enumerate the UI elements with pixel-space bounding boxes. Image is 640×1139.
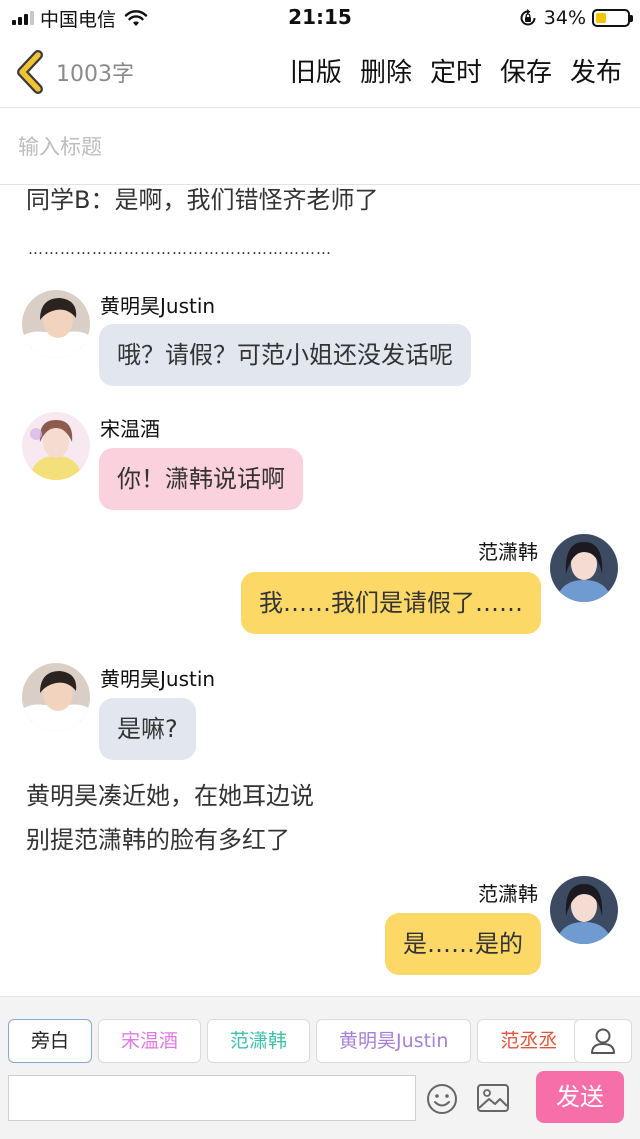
publish-button[interactable]: 发布: [570, 52, 622, 89]
word-count: 1003字: [56, 62, 134, 87]
story-content[interactable]: 同学B：是啊，我们错怪齐老师了 ………………………………………………… 黄明昊J…: [0, 186, 640, 996]
emoji-icon[interactable]: [426, 1083, 458, 1115]
person-icon: [591, 1028, 615, 1054]
narration-text: 同学B：是啊，我们错怪齐老师了: [26, 186, 379, 214]
ellipsis-divider: …………………………………………………: [28, 240, 332, 258]
old-version-button[interactable]: 旧版: [290, 52, 342, 89]
message-bubble[interactable]: 哦？请假？可范小姐还没发话呢: [99, 324, 471, 386]
schedule-button[interactable]: 定时: [430, 52, 482, 89]
speaker-name: 黄明昊Justin: [100, 294, 216, 318]
narration-text: 别提范潇韩的脸有多红了: [26, 826, 290, 854]
role-chip-narrator[interactable]: 旁白: [8, 1019, 93, 1063]
message-bubble[interactable]: 是……是的: [385, 913, 541, 975]
speaker-name: 范潇韩: [478, 540, 538, 564]
status-bar: 中国电信 21:15 34%: [0, 0, 640, 36]
manage-roles-button[interactable]: [574, 1019, 632, 1063]
avatar[interactable]: [22, 412, 90, 480]
battery-level-fill: [596, 13, 607, 23]
status-right: 34%: [518, 6, 633, 30]
editor-nav-bar: 1003字 旧版 删除 定时 保存 发布: [0, 36, 640, 108]
avatar[interactable]: [22, 290, 90, 358]
role-chip-song-wenjiu[interactable]: 宋温酒: [98, 1019, 202, 1063]
message-input[interactable]: [8, 1075, 416, 1121]
speaker-name: 黄明昊Justin: [100, 667, 216, 691]
battery-icon: [592, 9, 633, 27]
back-arrow-icon[interactable]: [14, 50, 48, 94]
composer-bar: 旁白 宋温酒 范潇韩 黄明昊Justin 范丞丞 发送: [0, 996, 640, 1139]
avatar[interactable]: [550, 534, 618, 602]
nav-actions: 旧版 删除 定时 保存 发布: [290, 52, 622, 89]
message-bubble[interactable]: 是嘛?: [99, 698, 196, 760]
role-selector: 旁白 宋温酒 范潇韩 黄明昊Justin 范丞丞: [8, 1019, 578, 1065]
speaker-name: 宋温酒: [100, 417, 160, 441]
role-chip-huang-minghao[interactable]: 黄明昊Justin: [316, 1019, 472, 1063]
avatar[interactable]: [22, 663, 90, 731]
save-button[interactable]: 保存: [500, 52, 552, 89]
title-input[interactable]: [18, 129, 618, 165]
message-bubble[interactable]: 我……我们是请假了……: [241, 572, 541, 634]
image-icon[interactable]: [476, 1083, 510, 1113]
delete-button[interactable]: 删除: [360, 52, 412, 89]
role-chip-fan-xiaohan[interactable]: 范潇韩: [207, 1019, 311, 1063]
narration-text: 黄明昊凑近她，在她耳边说: [26, 782, 314, 810]
message-bubble[interactable]: 你！潇韩说话啊: [99, 448, 303, 510]
avatar[interactable]: [550, 876, 618, 944]
speaker-name: 范潇韩: [478, 882, 538, 906]
role-chip-fan-chengcheng[interactable]: 范丞丞: [477, 1019, 578, 1063]
battery-percent: 34%: [543, 7, 586, 29]
rotation-lock-icon: [520, 9, 536, 26]
send-button[interactable]: 发送: [536, 1071, 624, 1123]
title-row: [0, 109, 640, 185]
